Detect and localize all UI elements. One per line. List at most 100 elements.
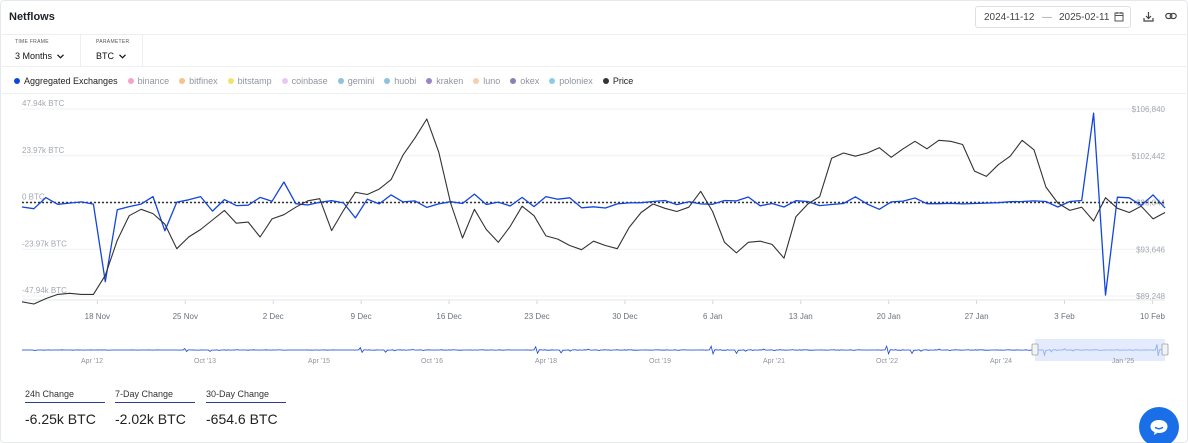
legend-label: bitfinex [189,76,218,86]
stat-label: 7-Day Change [115,389,195,403]
date-start[interactable]: 2024-11-12 [984,12,1034,23]
timeframe-value: 3 Months [15,51,53,61]
parameter-label: PARAMETER [96,39,130,45]
price-line [21,118,1166,305]
legend-item[interactable]: huobi [384,76,416,86]
navigator-tick-label: Apr '18 [535,358,557,365]
date-end[interactable]: 2025-02-11 [1059,12,1109,23]
y-tick-label-right: $106,840 [1132,105,1166,114]
date-range-picker[interactable]: 2024-11-12 — 2025-02-11 [975,6,1131,28]
chart-series [21,112,1166,305]
legend-label: okex [520,76,540,86]
legend-dot [337,78,344,84]
navigator-tick-label: Apr '24 [990,358,1012,365]
legend-item[interactable]: bitfinex [179,76,218,86]
legend-dot [549,78,556,84]
x-tick-label: 3 Feb [1054,312,1075,321]
x-tick-label: 10 Feb [1140,312,1165,321]
navigator-series [22,345,1036,356]
chat-button[interactable] [1139,407,1179,443]
legend-dot [127,78,134,84]
legend-label: huobi [394,76,417,86]
navigator-tick-label: Oct '13 [194,358,216,365]
y-axis-left: 47.94k BTC23.97k BTC0 BTC-23.97k BTC-47.… [22,99,1166,301]
navigator-tick-label: Oct '19 [649,358,671,365]
legend-label: Price [612,76,634,86]
download-icon[interactable] [1141,9,1155,23]
navigator-tick-label: Apr '12 [81,358,103,365]
x-tick-label: 2 Dec [263,312,284,321]
x-tick-label: 20 Jan [877,312,901,321]
timeframe-select[interactable]: 3 Months [15,51,64,61]
legend-label: gemini [347,76,375,86]
x-tick-label: 30 Dec [612,312,637,321]
legend-item[interactable]: luno [473,76,500,86]
chart-legend: Aggregated Exchanges binance bitfinex bitst… [14,74,643,88]
legend-dot [473,78,480,84]
navigator-handle[interactable] [1161,343,1169,356]
navigator-tick-label: Oct '22 [876,358,898,365]
y-tick-label-left: 0 BTC [22,193,45,202]
widget-header: Netflows 2024-11-12 — 2025-02-11 [0,0,1188,35]
x-tick-label: 18 Nov [85,312,110,321]
y-tick-label-left: 47.94k BTC [22,99,64,108]
navigator-tick-label: Jan '25 [1112,358,1134,365]
timeframe-control[interactable]: TIME FRAME 3 Months [0,35,81,67]
stat-value: -654.6 BTC [206,411,278,427]
navigator-tick-label: Apr '21 [763,358,785,365]
parameter-control[interactable]: PARAMETER BTC [81,35,143,67]
x-tick-label: 9 Dec [351,312,372,321]
netflow-line [21,112,1166,296]
legend-item[interactable]: gemini [337,76,375,86]
legend-label: coinbase [291,76,328,86]
chat-bubble-icon [1150,420,1168,435]
y-tick-label-right: $93,646 [1136,245,1165,254]
x-tick-label: 16 Dec [436,312,461,321]
x-axis: 18 Nov 25 Nov 2 Dec 9 Dec 16 Dec 23 Dec 30 Dec… [22,299,1165,321]
navigator-tick-label: Oct '16 [421,358,443,365]
stat-label: 30-Day Change [206,389,286,403]
legend-label: Aggregated Exchanges [24,76,118,86]
legend-item[interactable]: Price [602,76,634,86]
legend-dot [281,78,288,84]
legend-item[interactable]: coinbase [281,76,328,86]
chevron-down-icon [118,54,126,59]
legend-item[interactable]: binance [127,76,170,86]
legend-item[interactable]: bitstamp [227,76,272,86]
calendar-icon[interactable] [1114,11,1124,25]
legend-label: poloniex [559,76,593,86]
link-icon[interactable] [1164,9,1178,23]
page-title: Netflows [9,11,55,23]
stat-label: 24h Change [25,389,105,403]
x-tick-label: 27 Jan [965,312,989,321]
legend-item[interactable]: poloniex [549,76,593,86]
timeframe-label: TIME FRAME [15,39,49,45]
legend-dot [602,78,609,84]
legend-dot [510,78,517,84]
y-tick-label-left: -23.97k BTC [22,239,67,248]
navigator-handle[interactable] [1031,343,1039,356]
legend-label: bitstamp [237,76,272,86]
x-tick-label: 6 Jan [703,312,723,321]
legend-label: luno [483,76,501,86]
date-separator: — [1042,12,1052,23]
legend-dot [14,78,20,84]
parameter-select[interactable]: BTC [96,51,126,61]
legend-dot [227,78,234,84]
netflows-chart: 47.94k BTC23.97k BTC0 BTC-23.97k BTC-47.… [0,93,1188,365]
legend-item[interactable]: Aggregated Exchanges [14,76,118,86]
time-navigator[interactable]: Apr '12 Oct '13 Apr '15 Oct '16 Apr '18 Oct '… [22,339,1169,365]
x-tick-label: 23 Dec [524,312,549,321]
x-tick-label: 13 Jan [789,312,813,321]
y-tick-label-right: $102,442 [1132,152,1166,161]
stat-value: -2.02k BTC [115,411,186,427]
legend-dot [426,78,433,84]
parameter-value: BTC [96,51,114,61]
legend-label: kraken [436,76,464,86]
chart-controls: TIME FRAME 3 Months PARAMETER BTC [0,35,1188,67]
legend-item[interactable]: okex [510,76,539,86]
stat-value: -6.25k BTC [25,411,96,427]
chevron-down-icon [56,54,64,59]
legend-item[interactable]: kraken [426,76,463,86]
legend-label: binance [137,76,170,86]
